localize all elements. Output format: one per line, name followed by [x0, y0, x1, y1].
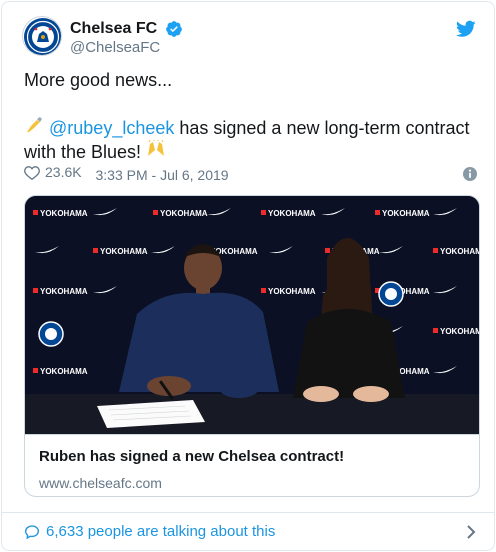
- tweet-line-2: @rubey_lcheek has signed a new long-term…: [24, 116, 472, 164]
- sponsor-text: YOKOHAMA: [100, 247, 148, 256]
- tweet-meta: 23.6K 3:33 PM - Jul 6, 2019: [24, 164, 478, 184]
- tweet-line-1: More good news...: [24, 70, 173, 90]
- sponsor-text: YOKOHAMA: [40, 209, 88, 218]
- sponsor-text: YOKOHAMA: [40, 287, 88, 296]
- account-display-name[interactable]: Chelsea FC: [70, 19, 157, 38]
- tweet-timestamp[interactable]: 3:33 PM - Jul 6, 2019: [95, 167, 228, 183]
- chevron-right-icon[interactable]: [466, 525, 476, 539]
- tweet-text: More good news... @rubey_lcheek has sign…: [24, 68, 472, 164]
- tweet-header: Chelsea FC @ChelseaFC: [22, 16, 480, 62]
- conversation-footer[interactable]: 6,633 people are talking about this: [2, 512, 494, 550]
- sponsor-text: YOKOHAMA: [440, 327, 480, 336]
- sponsor-text: YOKOHAMA: [160, 209, 208, 218]
- link-preview-url[interactable]: www.chelseafc.com: [39, 473, 465, 493]
- twitter-bird-icon[interactable]: [456, 20, 476, 38]
- heart-icon: [24, 165, 40, 180]
- talking-count-link[interactable]: 6,633 people are talking about this: [46, 523, 275, 540]
- chelsea-crest-icon[interactable]: [22, 16, 62, 56]
- contract-signing-photo[interactable]: YOKOHAMA YOKOHAMA YOKOHAMA YOKOHAMA YOKO…: [25, 196, 480, 434]
- account-handle[interactable]: @ChelseaFC: [70, 38, 183, 58]
- tweet-embed-card: Chelsea FC @ChelseaFC More good news... …: [1, 1, 495, 551]
- sponsor-text: YOKOHAMA: [40, 367, 88, 376]
- raising-hands-emoji-icon: [146, 139, 166, 164]
- like-count: 23.6K: [45, 164, 82, 180]
- link-preview-info[interactable]: Ruben has signed a new Chelsea contract!…: [25, 434, 479, 496]
- mention-link[interactable]: @rubey_lcheek: [49, 118, 174, 138]
- link-preview-card[interactable]: YOKOHAMA YOKOHAMA YOKOHAMA YOKOHAMA YOKO…: [24, 195, 480, 497]
- sponsor-text: YOKOHAMA: [268, 287, 316, 296]
- comment-bubble-icon: [24, 524, 40, 539]
- info-icon[interactable]: [462, 166, 478, 182]
- link-preview-title[interactable]: Ruben has signed a new Chelsea contract!: [39, 447, 465, 467]
- writing-hand-emoji-icon: [24, 116, 44, 140]
- sponsor-text: YOKOHAMA: [440, 247, 480, 256]
- like-button[interactable]: 23.6K: [24, 164, 82, 180]
- sponsor-text: YOKOHAMA: [268, 209, 316, 218]
- verified-badge-icon: [165, 20, 182, 37]
- sponsor-text: YOKOHAMA: [382, 209, 430, 218]
